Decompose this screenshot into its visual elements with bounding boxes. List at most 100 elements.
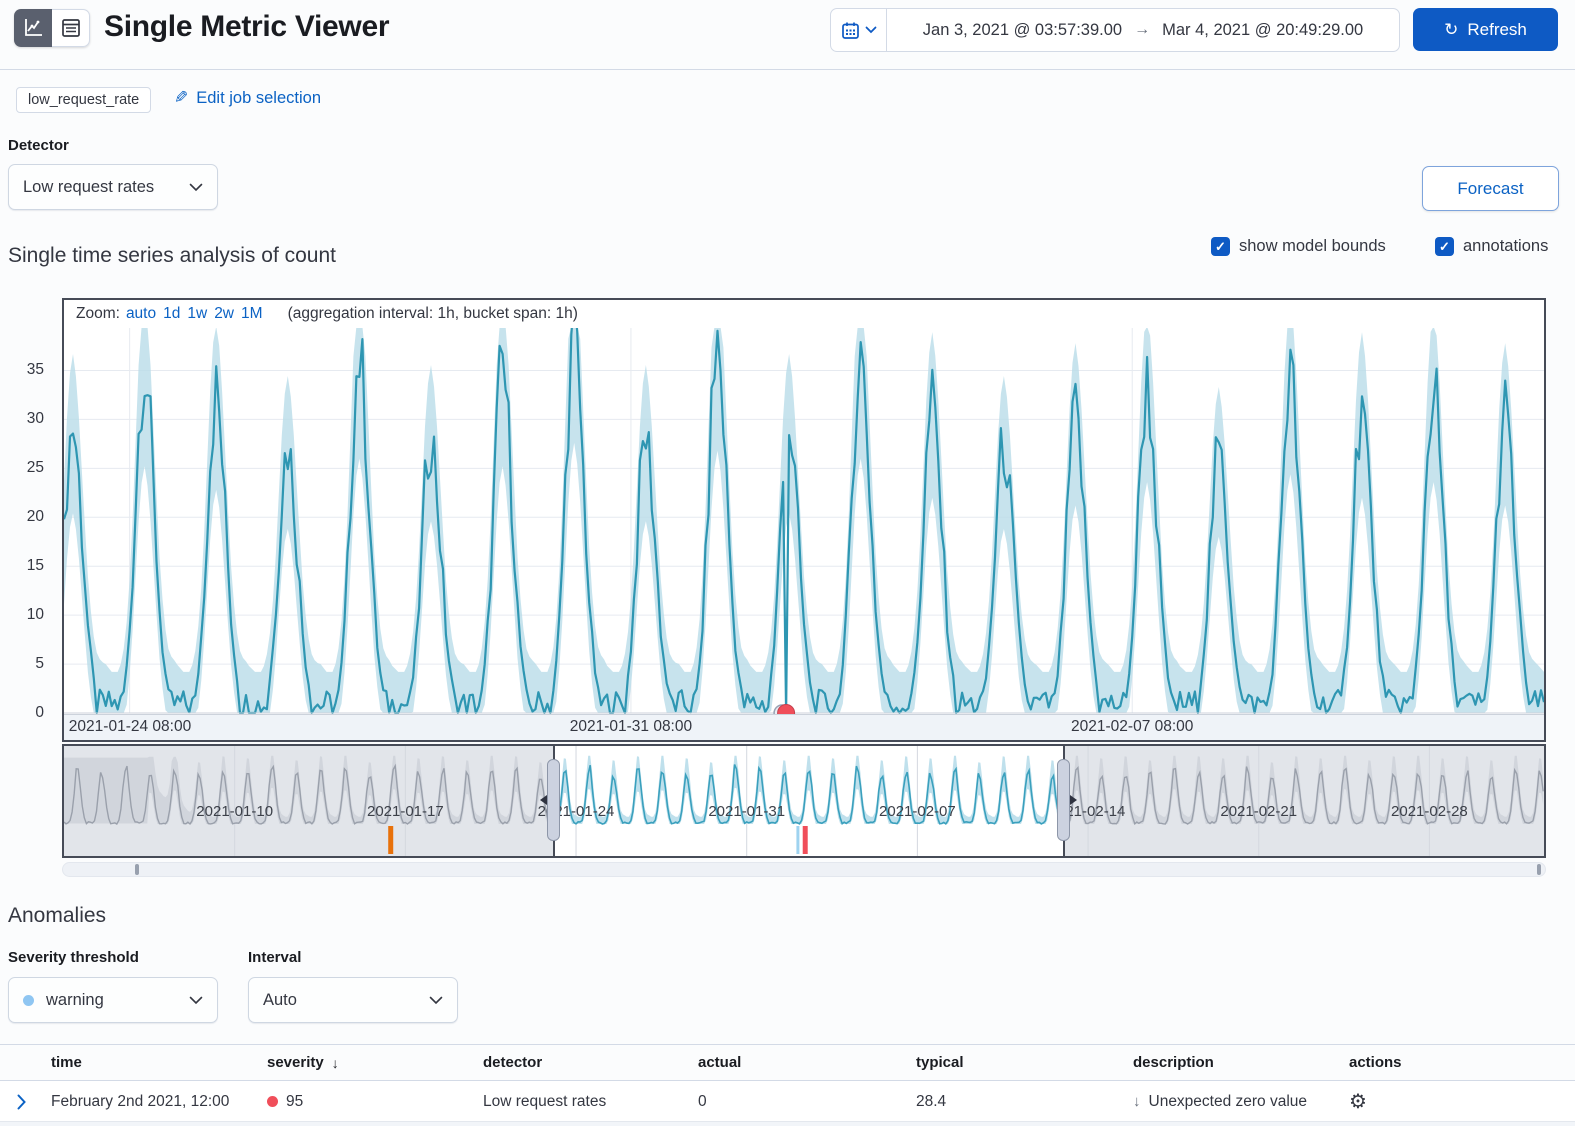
context-chart[interactable]: 2021-01-102021-01-172021-01-242021-01-31… (62, 744, 1546, 858)
zoom-option-1w[interactable]: 1w (187, 305, 207, 322)
handle-arrow-right-icon (1070, 795, 1077, 805)
forecast-button[interactable]: Forecast (1422, 166, 1559, 211)
zoom-options: auto 1d 1w 2w 1M (126, 305, 270, 323)
chevron-down-icon (189, 183, 203, 192)
column-header-description[interactable]: description (1133, 1054, 1349, 1071)
context-date-label: 2021-02-07 (879, 803, 956, 820)
warning-severity-dot-icon (23, 995, 34, 1006)
context-date-label: 2021-02-21 (1220, 803, 1297, 820)
y-axis-tick-label: 35 (4, 361, 44, 379)
row-expand-button[interactable] (0, 1093, 51, 1111)
context-date-label: 2021-01-10 (196, 803, 273, 820)
detector-label: Detector (8, 137, 69, 154)
checkbox-checked-icon[interactable]: ✓ (1435, 237, 1454, 256)
y-axis-tick-label: 20 (4, 508, 44, 526)
table-icon (60, 17, 82, 39)
brush-handle-left[interactable] (547, 759, 560, 841)
date-range-arrow-icon: → (1134, 21, 1150, 39)
zoom-option-1M[interactable]: 1M (241, 305, 263, 322)
x-axis-strip: 2021-01-24 08:002021-01-31 08:002021-02-… (64, 714, 1544, 740)
page-title: Single Metric Viewer (104, 10, 389, 44)
zoom-bar: Zoom: auto 1d 1w 2w 1M (aggregation interval… (64, 300, 1544, 328)
context-date-label: 2021-02-28 (1391, 803, 1468, 820)
column-header-severity[interactable]: severity↓ (267, 1054, 483, 1071)
checkbox-checked-icon[interactable]: ✓ (1211, 237, 1230, 256)
zoom-option-auto[interactable]: auto (126, 305, 156, 322)
show-model-bounds-label: show model bounds (1239, 237, 1386, 256)
interval-label: Interval (248, 949, 301, 966)
x-axis-tick-label: 2021-01-24 08:00 (69, 718, 191, 736)
calendar-icon (841, 21, 860, 40)
scrollbar-handle-right[interactable] (1537, 864, 1541, 875)
severity-threshold-select[interactable]: warning (8, 977, 218, 1023)
y-axis-labels: 05101520253035 (0, 328, 54, 714)
chevron-down-icon (189, 996, 203, 1005)
edit-job-selection-link[interactable]: ✎ Edit job selection (174, 88, 321, 108)
y-axis-tick-label: 10 (4, 606, 44, 624)
zoom-option-2w[interactable]: 2w (214, 305, 234, 322)
main-time-series-plot[interactable] (64, 328, 1544, 714)
context-scrollbar[interactable] (62, 862, 1546, 877)
arrow-down-icon: ↓ (1133, 1093, 1141, 1110)
annotations-label: annotations (1463, 237, 1548, 256)
anomaly-actual-cell: 0 (698, 1093, 916, 1111)
severity-threshold-value: warning (46, 991, 104, 1010)
chart-view-toggle-button[interactable] (14, 9, 52, 47)
show-model-bounds-checkbox-row[interactable]: ✓ show model bounds (1211, 237, 1386, 256)
column-header-time[interactable]: time (51, 1054, 267, 1071)
date-range-picker: Jan 3, 2021 @ 03:57:39.00 → Mar 4, 2021 … (830, 8, 1400, 52)
anomaly-actions-cell: ⚙ (1349, 1092, 1575, 1112)
chevron-down-icon (429, 996, 443, 1005)
annotations-checkbox-row[interactable]: ✓ annotations (1435, 237, 1548, 256)
y-axis-tick-label: 0 (4, 704, 44, 722)
line-chart-icon (22, 17, 44, 39)
date-range-end[interactable]: Mar 4, 2021 @ 20:49:29.00 (1162, 21, 1363, 40)
critical-severity-dot-icon (267, 1096, 278, 1107)
context-date-label: 2021-01-17 (367, 803, 444, 820)
x-axis-tick-label: 2021-02-07 08:00 (1071, 718, 1193, 736)
anomalies-table-header: time severity↓ detector actual typical d… (0, 1044, 1575, 1081)
y-axis-tick-label: 25 (4, 459, 44, 477)
edit-job-selection-label: Edit job selection (196, 89, 321, 108)
date-picker-quick-menu[interactable] (831, 9, 887, 51)
detector-select[interactable]: Low request rates (8, 164, 218, 210)
refresh-button[interactable]: ↻ Refresh (1413, 8, 1558, 51)
view-toggle-group (14, 9, 90, 47)
column-header-detector[interactable]: detector (483, 1054, 698, 1071)
scrollbar-handle-left[interactable] (135, 864, 139, 875)
column-header-actual[interactable]: actual (698, 1054, 916, 1071)
severity-threshold-label: Severity threshold (8, 949, 139, 966)
pencil-icon: ✎ (174, 88, 188, 108)
handle-arrow-left-icon (540, 795, 547, 805)
chevron-right-icon (16, 1093, 27, 1111)
y-axis-tick-label: 5 (4, 655, 44, 673)
detector-select-value: Low request rates (23, 178, 154, 197)
y-axis-tick-label: 30 (4, 410, 44, 428)
y-axis-tick-label: 15 (4, 557, 44, 575)
sort-desc-icon: ↓ (332, 1055, 339, 1071)
table-view-toggle-button[interactable] (52, 9, 90, 47)
interval-select[interactable]: Auto (248, 977, 458, 1023)
column-header-typical[interactable]: typical (916, 1054, 1133, 1071)
date-range-display[interactable]: Jan 3, 2021 @ 03:57:39.00 → Mar 4, 2021 … (887, 9, 1399, 51)
anomaly-typical-cell: 28.4 (916, 1093, 1133, 1111)
column-header-actions: actions (1349, 1054, 1575, 1071)
date-range-start[interactable]: Jan 3, 2021 @ 03:57:39.00 (923, 21, 1122, 40)
aggregation-interval-label: (aggregation interval: 1h, bucket span: … (288, 305, 578, 323)
refresh-label: Refresh (1467, 20, 1527, 40)
context-date-label: 2021-01-31 (708, 803, 785, 820)
anomaly-description-cell: ↓ Unexpected zero value (1133, 1093, 1349, 1111)
interval-value: Auto (263, 991, 297, 1010)
job-id-badge[interactable]: low_request_rate (16, 87, 151, 113)
anomaly-time-cell: February 2nd 2021, 12:00 (51, 1093, 267, 1111)
context-date-label: 21-02-14 (1065, 803, 1125, 820)
gear-icon[interactable]: ⚙ (1349, 1092, 1367, 1112)
brush-handle-right[interactable] (1057, 759, 1070, 841)
zoom-label: Zoom: (76, 305, 120, 323)
zoom-option-1d[interactable]: 1d (163, 305, 180, 322)
anomaly-table-row: February 2nd 2021, 12:00 95 Low request … (0, 1081, 1575, 1122)
time-series-chart-frame: Zoom: auto 1d 1w 2w 1M (aggregation interval… (62, 298, 1546, 742)
anomaly-severity-cell: 95 (267, 1093, 483, 1111)
anomaly-detector-cell: Low request rates (483, 1093, 698, 1111)
header-divider (0, 69, 1575, 70)
